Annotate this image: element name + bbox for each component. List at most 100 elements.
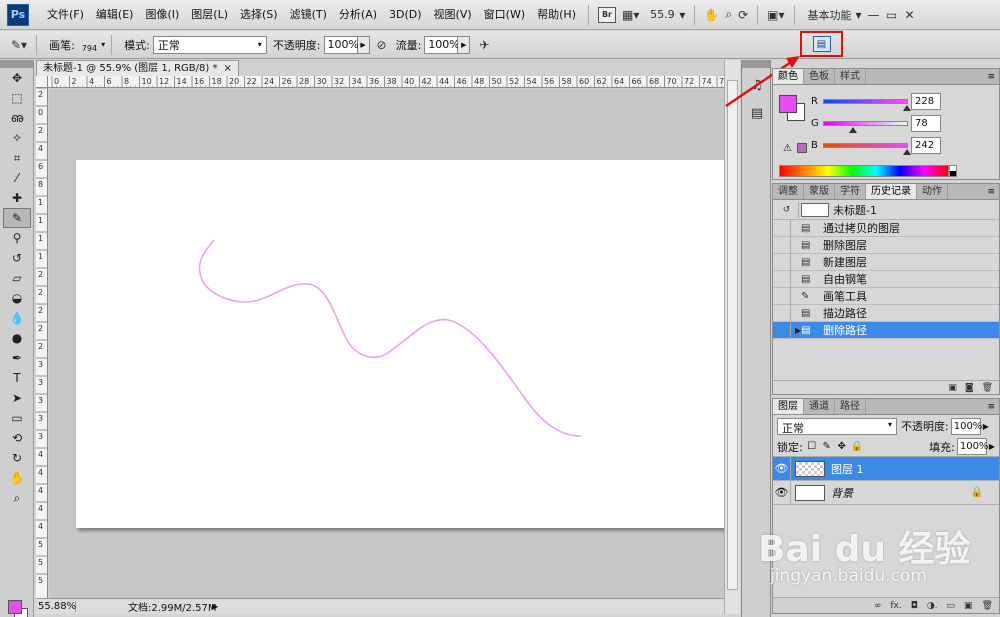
pasteboard[interactable] xyxy=(49,89,740,598)
marquee-tool-icon[interactable]: ⬚ xyxy=(0,88,34,108)
color-panel-foreground-swatch[interactable] xyxy=(779,95,797,113)
clone-stamp-tool-icon[interactable]: ⚲ xyxy=(0,228,34,248)
type-tool-icon[interactable]: T xyxy=(0,368,34,388)
tab-history[interactable]: 历史记录 xyxy=(866,184,917,199)
history-state[interactable]: ▤ 描边路径 xyxy=(773,304,999,322)
zoom-tool-icon[interactable]: ⌕ xyxy=(0,488,34,508)
history-brush-source-box[interactable] xyxy=(773,236,791,254)
hand-tool-icon[interactable]: ✋ xyxy=(0,468,34,488)
tab-swatches[interactable]: 色板 xyxy=(804,69,835,84)
out-of-gamut-warning-icon[interactable]: ⚠ xyxy=(783,143,792,154)
hand-tool-button[interactable]: ✋ xyxy=(701,4,722,26)
vertical-scrollbar[interactable] xyxy=(724,60,740,614)
blue-slider-track[interactable] xyxy=(823,143,908,148)
green-value-input[interactable]: 78 xyxy=(911,115,941,132)
lock-transparent-pixels-icon[interactable]: ☐ xyxy=(806,441,818,452)
move-tool-icon[interactable]: ✥ xyxy=(0,68,34,88)
history-state[interactable]: ✎ 画笔工具 xyxy=(773,287,999,305)
scrollbar-thumb[interactable] xyxy=(727,80,738,590)
close-tab-icon[interactable]: × xyxy=(223,63,231,74)
tab-character[interactable]: 字符 xyxy=(835,184,866,199)
lock-position-icon[interactable]: ✥ xyxy=(836,441,848,452)
tab-layers[interactable]: 图层 xyxy=(773,399,804,414)
brush-picker[interactable]: 794 ▾ xyxy=(78,40,105,53)
lasso-tool-icon[interactable]: ഌ xyxy=(0,108,34,128)
flow-slider-button[interactable]: ▶ xyxy=(458,35,471,54)
toggle-brush-panel-button[interactable]: ▤ xyxy=(812,36,831,52)
layer-name[interactable]: 图层 1 xyxy=(831,461,864,477)
pen-tool-icon[interactable]: ✒ xyxy=(0,348,34,368)
panel-menu-icon[interactable]: ≡ xyxy=(983,184,999,199)
airbrush-button[interactable]: ✈ xyxy=(476,34,492,56)
history-state[interactable]: ▤ 自由钢笔 xyxy=(773,270,999,288)
flow-input[interactable]: 100% xyxy=(424,35,460,54)
vertical-ruler[interactable]: 2 0 2 4 6 8 1 1 1 1 2 2 2 2 2 3 3 3 3 3 4 4 4 4 4 5 5 5 xyxy=(36,88,48,598)
ruler-origin[interactable] xyxy=(36,76,48,88)
tab-channels[interactable]: 通道 xyxy=(804,399,835,414)
menu-item[interactable]: 帮助(H) xyxy=(531,0,582,30)
menu-item[interactable]: 窗口(W) xyxy=(478,0,531,30)
menu-item[interactable]: 分析(A) xyxy=(333,0,383,30)
blend-mode-select[interactable]: 正常 ▾ xyxy=(152,35,267,54)
visibility-eye-icon[interactable]: 👁 xyxy=(773,456,791,481)
menu-item[interactable]: 图像(I) xyxy=(139,0,185,30)
red-slider-track[interactable] xyxy=(823,99,908,104)
panel-menu-icon[interactable]: ≡ xyxy=(983,69,999,84)
new-layer-icon[interactable]: ▣ xyxy=(964,601,973,611)
3d-rotate-tool-icon[interactable]: ⟲ xyxy=(0,428,34,448)
adjustment-layer-icon[interactable]: ◑. xyxy=(927,601,938,611)
new-group-icon[interactable]: ▭ xyxy=(947,601,956,611)
tab-color[interactable]: 颜色 xyxy=(773,69,804,84)
dodge-tool-icon[interactable]: ● xyxy=(0,328,34,348)
layer-blend-mode-select[interactable]: 正常 ▾ xyxy=(777,417,897,435)
history-brush-source-box[interactable] xyxy=(773,304,791,322)
pressure-opacity-button[interactable]: ⊘ xyxy=(374,34,390,56)
status-menu-arrow-icon[interactable]: ▶ xyxy=(212,602,218,611)
opacity-slider-button[interactable]: ▶ xyxy=(357,35,370,54)
history-brush-source-icon[interactable]: ↺ xyxy=(775,201,799,218)
history-brush-source-box[interactable] xyxy=(773,253,791,271)
black-white-ramp[interactable] xyxy=(949,165,957,177)
tab-adjustments[interactable]: 调整 xyxy=(773,184,804,199)
shape-tool-icon[interactable]: ▭ xyxy=(0,408,34,428)
status-zoom-value[interactable]: 55.88% xyxy=(36,601,76,612)
tab-actions[interactable]: 动作 xyxy=(917,184,948,199)
delete-state-icon[interactable]: 🗑 xyxy=(982,383,993,393)
blur-tool-icon[interactable]: 💧 xyxy=(0,308,34,328)
history-brush-source-box[interactable] xyxy=(773,219,791,237)
rotate-view-button[interactable]: ⟳ xyxy=(735,4,751,26)
opacity-input[interactable]: 100% xyxy=(323,35,359,54)
blue-value-input[interactable]: 242 xyxy=(911,137,941,154)
red-slider-knob[interactable] xyxy=(903,105,911,111)
restore-button[interactable]: ▭ xyxy=(883,8,901,22)
panel-menu-icon[interactable]: ≡ xyxy=(983,399,999,414)
path-selection-tool-icon[interactable]: ➤ xyxy=(0,388,34,408)
history-brush-source-box[interactable] xyxy=(773,321,791,339)
gamut-correction-swatch[interactable] xyxy=(797,143,807,153)
create-snapshot-icon[interactable]: ◙ xyxy=(965,383,974,393)
green-slider-track[interactable] xyxy=(823,121,908,126)
eyedropper-tool-icon[interactable]: ⁄ xyxy=(0,168,34,188)
tool-preset-picker[interactable]: ✎▾ xyxy=(8,34,30,56)
eraser-tool-icon[interactable]: ▱ xyxy=(0,268,34,288)
clone-source-dock-button[interactable]: ▤ xyxy=(744,102,770,124)
layer-opacity-input[interactable]: 100% xyxy=(950,417,982,435)
link-layers-icon[interactable]: ∞ xyxy=(874,601,882,611)
tab-masks[interactable]: 蒙版 xyxy=(804,184,835,199)
3d-orbit-tool-icon[interactable]: ↻ xyxy=(0,448,34,468)
history-snapshot[interactable]: ↺ 未标题-1 xyxy=(773,200,999,220)
new-document-from-state-icon[interactable]: ▣ xyxy=(948,383,957,393)
menu-item[interactable]: 编辑(E) xyxy=(90,0,140,30)
history-state[interactable]: ▶ ▤ 删除路径 xyxy=(773,321,999,339)
tab-paths[interactable]: 路径 xyxy=(835,399,866,414)
paint-bucket-tool-icon[interactable]: ◒ xyxy=(0,288,34,308)
healing-brush-tool-icon[interactable]: ✚ xyxy=(0,188,34,208)
zoom-level-menu[interactable]: 55.9 ▾ xyxy=(642,4,688,26)
tab-styles[interactable]: 样式 xyxy=(835,69,866,84)
menu-item[interactable]: 滤镜(T) xyxy=(284,0,333,30)
fill-slider-button[interactable]: ▶ xyxy=(989,442,995,451)
document-tab[interactable]: 未标题-1 @ 55.9% (图层 1, RGB/8) * × xyxy=(36,60,239,76)
minimize-button[interactable]: — xyxy=(865,8,883,22)
launch-bridge-button[interactable]: Br xyxy=(595,4,619,26)
close-button[interactable]: ✕ xyxy=(901,8,919,22)
